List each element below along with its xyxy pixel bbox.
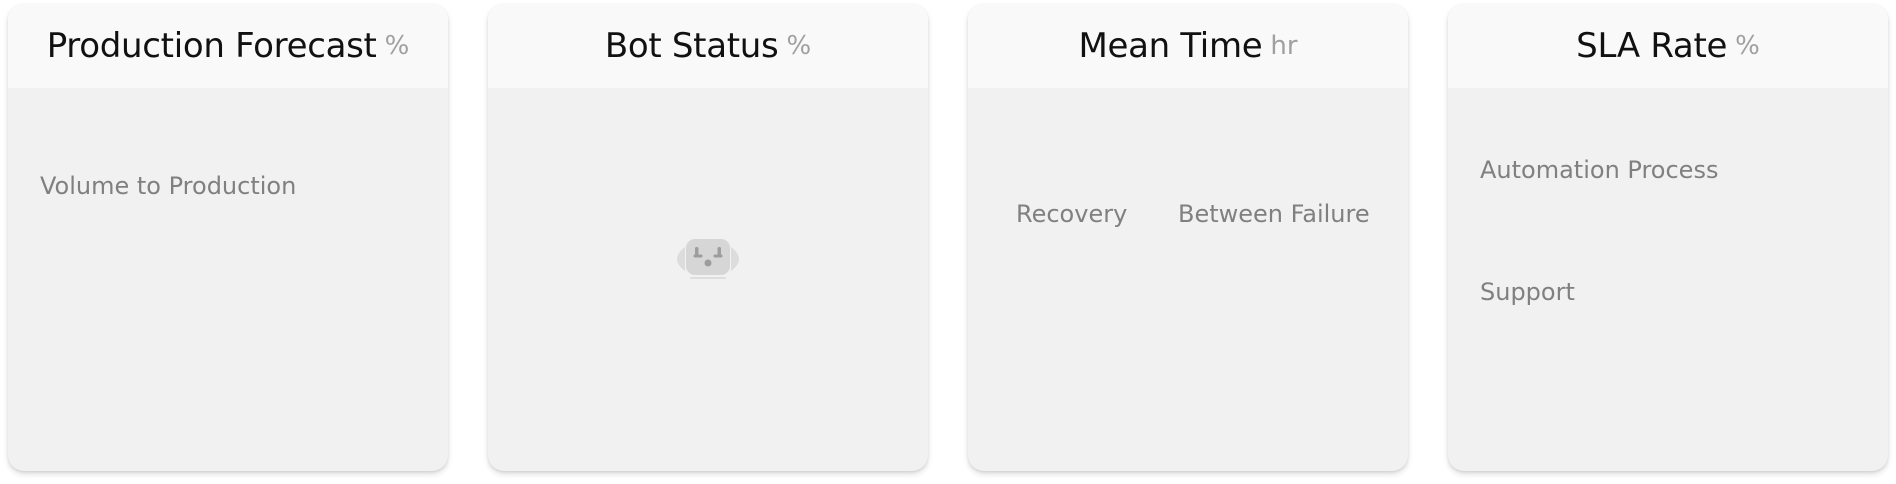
robot-icon xyxy=(677,239,739,279)
card-header: Mean Time hr xyxy=(968,4,1408,88)
support-label: Support xyxy=(1480,278,1575,306)
card-header: Production Forecast % xyxy=(8,4,448,88)
card-title: SLA Rate xyxy=(1576,26,1728,66)
sla-rate-card: SLA Rate % Automation Process Support xyxy=(1448,4,1888,471)
card-title: Mean Time xyxy=(1078,26,1263,66)
volume-to-production-label: Volume to Production xyxy=(40,172,297,200)
bot-status-card: Bot Status % xyxy=(488,4,928,471)
card-header: Bot Status % xyxy=(488,4,928,88)
production-forecast-card: Production Forecast % Volume to Producti… xyxy=(8,4,448,471)
card-unit: % xyxy=(384,31,410,61)
dashboard-cards: Production Forecast % Volume to Producti… xyxy=(0,0,1896,484)
automation-process-label: Automation Process xyxy=(1480,156,1719,184)
card-title: Bot Status xyxy=(604,26,779,66)
card-header: SLA Rate % xyxy=(1448,4,1888,88)
card-unit: % xyxy=(786,31,812,61)
between-failure-label: Between Failure xyxy=(1178,200,1370,228)
card-title: Production Forecast xyxy=(46,26,377,66)
card-unit: % xyxy=(1735,31,1760,61)
recovery-label: Recovery xyxy=(1016,200,1128,228)
mean-time-card: Mean Time hr Recovery Between Failure xyxy=(968,4,1408,471)
card-unit: hr xyxy=(1270,31,1298,61)
